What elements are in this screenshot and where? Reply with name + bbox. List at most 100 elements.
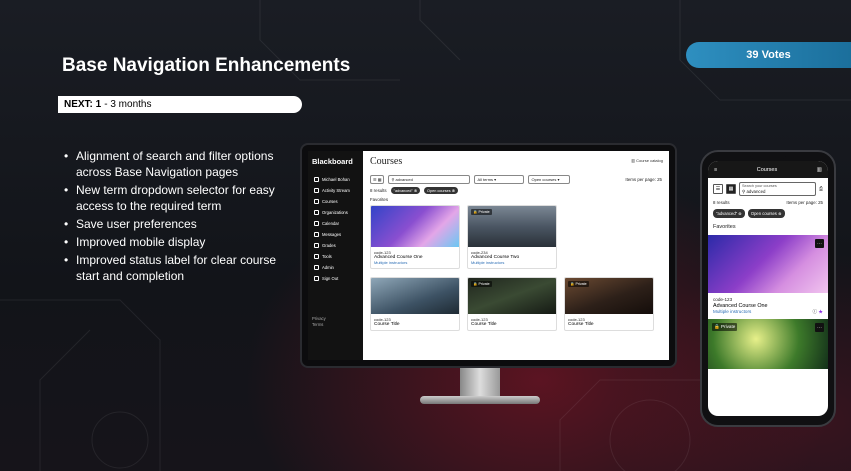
results-row: 8 results "advanced" ⊗ Open courses ⊗ [370, 187, 662, 194]
results-count: 8 results [370, 188, 387, 193]
desktop-screen: Blackboard Michael Bohan Activity Stream… [308, 151, 669, 360]
sidebar-item-label: Michael Bohan [322, 177, 350, 182]
course-cards: code-123 Course Title 🔒 Private code-123… [370, 277, 662, 331]
view-toggle[interactable]: ☰ ▦ [370, 175, 385, 184]
sidebar-item-tools[interactable]: Tools [312, 251, 359, 262]
list-view-icon[interactable]: ☰ [713, 184, 723, 194]
course-title: Course Title [568, 322, 594, 327]
private-badge: 🔒 Private [471, 281, 492, 287]
course-thumbnail [371, 278, 459, 314]
phone-notch [750, 154, 786, 159]
page-title: Courses [370, 156, 403, 167]
instructors-link[interactable]: Multiple instructors [713, 309, 751, 315]
next-duration: - 3 months [104, 99, 152, 110]
lock-icon: 🔒 [473, 282, 478, 286]
sidebar-item-admin[interactable]: Admin [312, 262, 359, 273]
private-badge: 🔒 Private [568, 281, 589, 287]
hamburger-icon[interactable]: ≡ [714, 167, 717, 173]
sidebar-footer: Privacy Terms [312, 316, 359, 328]
favorites-heading: Favorites [713, 224, 736, 230]
desktop-monitor: Blackboard Michael Bohan Activity Stream… [300, 143, 677, 368]
search-input[interactable]: ⚲ advanced [388, 175, 471, 184]
search-value: advanced [395, 177, 413, 182]
private-label: Private [478, 282, 490, 286]
private-label: Private [721, 324, 736, 329]
next-timeline-bar: NEXT: 1 - 3 months [58, 96, 302, 113]
private-label: Private [478, 210, 490, 214]
private-badge: 🔒 Private [471, 209, 492, 215]
favorites-cards: code-123 Advanced Course One Multiple in… [370, 205, 662, 269]
course-thumbnail [371, 206, 459, 247]
course-card[interactable]: code-123 Advanced Course One Multiple in… [370, 205, 460, 269]
sidebar-item-profile[interactable]: Michael Bohan [312, 174, 359, 185]
mobile-screen: ≡ Courses ▥ ☰ ▦ Search your courses ⚲ ad… [708, 161, 828, 416]
catalog-icon[interactable]: ▥ [817, 167, 822, 173]
feature-item: Alignment of search and filter options a… [62, 148, 284, 180]
course-title: Course Title [471, 322, 497, 327]
filter-chip[interactable]: "advanced" ⊗ [713, 209, 745, 218]
feature-list: Alignment of search and filter options a… [62, 148, 284, 286]
info-star-icons[interactable]: ⓘ ★ [813, 309, 823, 315]
sidebar-item-label: Messages [322, 232, 342, 237]
course-thumbnail: ⋯ [708, 235, 828, 293]
search-value: advanced [746, 189, 766, 194]
mobile-phone: ≡ Courses ▥ ☰ ▦ Search your courses ⚲ ad… [700, 150, 836, 427]
sidebar-item-signout[interactable]: Sign Out [312, 273, 359, 284]
instructors-link[interactable]: Multiple instructors [374, 260, 456, 265]
sidebar-item-label: Activity Stream [322, 188, 350, 193]
sidebar-item-activity[interactable]: Activity Stream [312, 185, 359, 196]
filter-value: Open courses [531, 177, 557, 182]
more-icon[interactable]: ⋯ [815, 323, 824, 332]
sidebar-item-calendar[interactable]: Calendar [312, 218, 359, 229]
book-icon [314, 199, 319, 204]
term-value: All terms [477, 177, 494, 182]
lock-icon: 🔒 [570, 282, 575, 286]
feature-item: Save user preferences [62, 216, 284, 232]
sidebar-item-label: Calendar [322, 221, 339, 226]
favorites-heading: Favorites [370, 197, 389, 202]
private-label: Private [575, 282, 587, 286]
filter-chip[interactable]: Open courses ⊗ [747, 209, 785, 218]
grid-view-icon[interactable]: ▦ [726, 184, 736, 194]
filter-select[interactable]: Open courses ▾ [528, 175, 571, 184]
sidebar-item-courses[interactable]: Courses [312, 196, 359, 207]
course-thumbnail: 🔒 Private ⋯ [708, 319, 828, 369]
results-count: 8 results [713, 200, 730, 205]
sidebar-item-label: Tools [322, 254, 332, 259]
star-icon[interactable]: ★ [818, 309, 823, 314]
instructors-link[interactable]: Multiple instructors [471, 260, 553, 265]
term-select[interactable]: All terms ▾ [474, 175, 525, 184]
admin-icon [314, 265, 319, 270]
course-catalog-link[interactable]: ▥ Course catalog [631, 158, 663, 163]
sidebar-item-label: Organizations [322, 210, 348, 215]
mail-icon [314, 232, 319, 237]
terms-link[interactable]: Terms [312, 322, 359, 328]
feature-item: Improved mobile display [62, 234, 284, 250]
mobile-header: ≡ Courses ▥ [708, 161, 828, 178]
sidebar-item-messages[interactable]: Messages [312, 229, 359, 240]
sidebar-item-grades[interactable]: Grades [312, 240, 359, 251]
next-label: NEXT: 1 [64, 99, 102, 110]
printer-icon[interactable]: ⎙ [819, 186, 823, 192]
monitor-stand [420, 396, 540, 404]
course-card[interactable]: 🔒 Private code-123 Course Title [467, 277, 557, 331]
calendar-icon [314, 221, 319, 226]
course-card[interactable]: 🔒 Private code-123 Course Title [564, 277, 654, 331]
mobile-course-card[interactable]: code-123 Advanced Course One Multiple in… [708, 293, 828, 319]
course-card[interactable]: 🔒 Private code-234 Advanced Course Two M… [467, 205, 557, 269]
course-card[interactable]: code-123 Course Title [370, 277, 460, 331]
course-catalog-label: Course catalog [636, 158, 663, 163]
desktop-sidebar: Blackboard Michael Bohan Activity Stream… [308, 151, 363, 360]
slide-title: Base Navigation Enhancements [62, 55, 351, 76]
filter-chip-label: Open courses [427, 189, 451, 193]
more-icon[interactable]: ⋯ [815, 239, 824, 248]
monitor-neck [460, 368, 500, 398]
votes-badge: 39 Votes [686, 42, 851, 68]
sidebar-item-organizations[interactable]: Organizations [312, 207, 359, 218]
filter-chip[interactable]: "advanced" ⊗ [390, 187, 421, 194]
card-footer: Multiple instructors ⓘ ★ [713, 309, 823, 315]
items-per-page[interactable]: Items per page: 25 [625, 177, 662, 182]
items-per-page[interactable]: Items per page: 25 [786, 200, 823, 205]
filter-chip[interactable]: Open courses ⊗ [424, 187, 458, 194]
mobile-search-input[interactable]: Search your courses ⚲ advanced [739, 182, 816, 196]
